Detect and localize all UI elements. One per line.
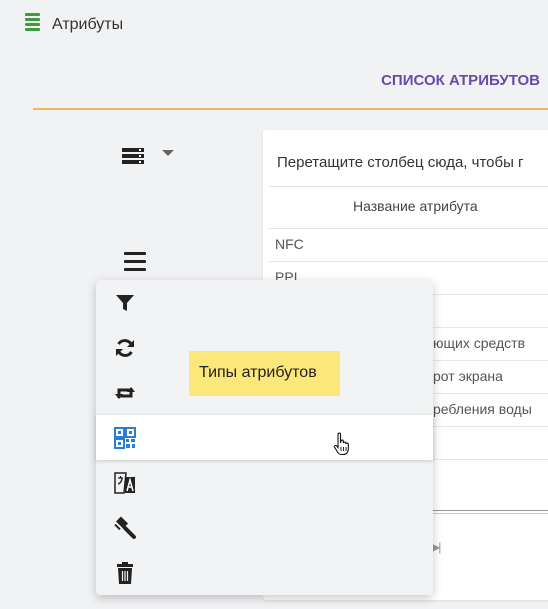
menu-item-gavel[interactable] (96, 505, 433, 550)
menu-toggle-button[interactable] (124, 252, 146, 271)
cell-text: ребления воды (433, 401, 532, 417)
list-icon (25, 13, 40, 33)
filter-icon (116, 295, 134, 311)
caret-down-icon (162, 150, 174, 156)
qrcode-icon (114, 427, 136, 449)
trash-icon (117, 562, 133, 584)
cell-text: ющих средств (433, 335, 526, 351)
column-header-attribute-name[interactable]: Название атрибута (353, 198, 478, 214)
retweet-icon (115, 387, 135, 399)
view-mode-dropdown[interactable] (122, 145, 182, 169)
server-stack-icon (122, 148, 144, 166)
actions-menu (96, 280, 433, 595)
tab-bar: СПИСОК АТРИБУТОВ (0, 52, 548, 110)
cell-text: NFC (275, 236, 304, 252)
menu-item-filter[interactable] (96, 280, 433, 325)
cell-text: рот экрана (433, 368, 503, 384)
page-title: Атрибуты (52, 16, 124, 33)
menu-item-attribute-types[interactable] (96, 415, 433, 460)
table-row[interactable]: NFC (269, 228, 548, 261)
tab-underline (33, 108, 548, 110)
menu-item-translate[interactable] (96, 460, 433, 505)
translate-icon (114, 472, 135, 494)
menu-item-delete[interactable] (96, 550, 433, 595)
app-header: Атрибуты (0, 0, 548, 52)
tab-attribute-list[interactable]: СПИСОК АТРИБУТОВ (381, 72, 540, 89)
refresh-icon (116, 339, 134, 357)
hand-cursor-icon (333, 432, 349, 456)
tooltip: Типы атрибутов (189, 351, 340, 396)
divider (269, 186, 548, 187)
group-panel[interactable]: Перетащите столбец сюда, чтобы г (277, 154, 524, 171)
gavel-icon (114, 516, 136, 539)
